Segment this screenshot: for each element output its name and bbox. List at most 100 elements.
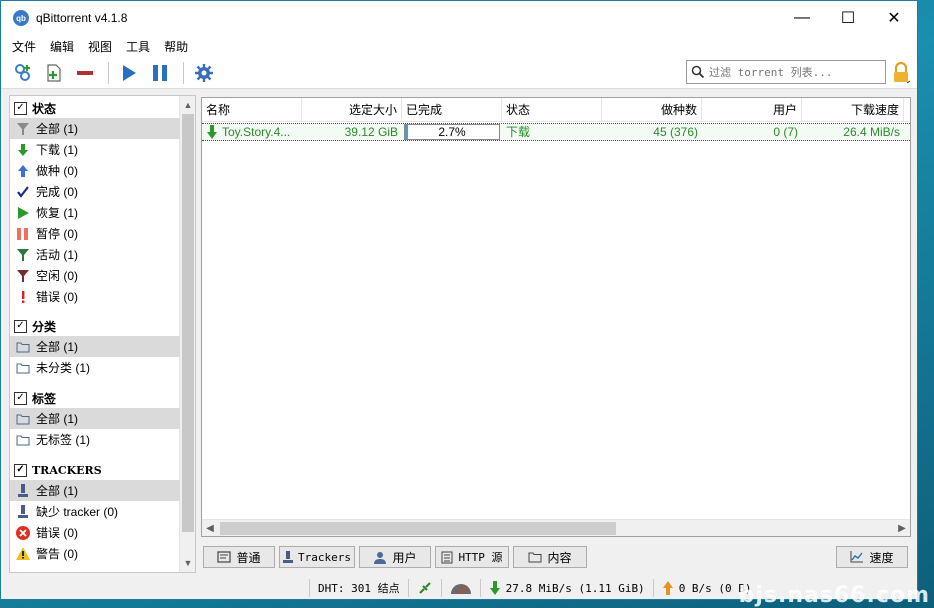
speed-limit-icon[interactable] — [450, 581, 472, 595]
filter-sidebar: ▲ ▼ ✓ 状态 全部 (1) 下载 (1) 做种 (0) 完成 (0) 恢复 … — [9, 95, 196, 573]
statusbar-separator — [407, 579, 409, 597]
add-torrent-link-button[interactable] — [9, 59, 37, 87]
maximize-button[interactable]: ☐ — [825, 1, 871, 35]
column-dl-speed[interactable]: 下载速度 — [802, 98, 904, 122]
arrow-down-icon — [207, 125, 217, 139]
tab-content[interactable]: 内容 — [513, 546, 587, 568]
sidebar-scrollbar[interactable]: ▲ ▼ — [179, 96, 195, 572]
properties-tabs: 普通 Trackers 用户 HTTP 源 内容 速度 — [201, 546, 911, 570]
category-item-all[interactable]: 全部 (1) — [10, 336, 180, 357]
pause-icon — [16, 227, 30, 241]
status-header[interactable]: ✓ 状态 — [10, 98, 180, 118]
status-item-label: 错误 (0) — [36, 290, 79, 304]
categories-section: ✓ 分类 全部 (1) 未分类 (1) — [10, 316, 180, 378]
column-size[interactable]: 选定大小 — [302, 98, 402, 122]
column-peers[interactable]: 用户 — [702, 98, 802, 122]
tags-header[interactable]: ✓ 标签 — [10, 388, 180, 408]
filter-icon — [16, 269, 30, 283]
speed-button-label: 速度 — [869, 550, 894, 565]
status-item-seeding[interactable]: 做种 (0) — [10, 160, 180, 181]
statusbar-separator — [652, 579, 654, 597]
download-speed-status[interactable]: 27.8 MiB/s (1.11 GiB) — [489, 581, 645, 595]
arrow-up-icon — [16, 164, 30, 178]
status-item-completed[interactable]: 完成 (0) — [10, 181, 180, 202]
column-progress[interactable]: 已完成 — [402, 98, 502, 122]
remove-torrent-button[interactable] — [71, 59, 99, 87]
options-button[interactable] — [190, 59, 218, 87]
pause-button[interactable] — [146, 59, 174, 87]
menu-edit[interactable]: 编辑 — [43, 38, 81, 55]
status-item-downloading[interactable]: 下载 (1) — [10, 139, 180, 160]
category-item-uncategorized[interactable]: 未分类 (1) — [10, 357, 180, 378]
filter-input[interactable] — [709, 65, 869, 79]
add-torrent-file-icon — [47, 63, 61, 82]
column-status[interactable]: 状态 — [502, 98, 602, 122]
menu-file[interactable]: 文件 — [5, 38, 43, 55]
status-item-all[interactable]: 全部 (1) — [10, 118, 180, 139]
sidebar-scroll-thumb[interactable] — [182, 114, 194, 532]
horizontal-scrollbar[interactable]: ◀ ▶ — [202, 519, 910, 536]
status-checkbox[interactable]: ✓ — [14, 101, 27, 115]
remove-icon — [77, 70, 93, 75]
dht-status: DHT: 301 结点 — [318, 580, 400, 596]
info-icon — [217, 551, 232, 563]
trackers-title: TRACKERS — [32, 463, 102, 477]
category-item-label: 未分类 (1) — [36, 361, 91, 375]
menu-view[interactable]: 视图 — [81, 38, 119, 55]
chart-icon — [850, 551, 864, 563]
menu-tools[interactable]: 工具 — [119, 38, 157, 55]
category-item-label: 全部 (1) — [36, 340, 79, 354]
tags-checkbox[interactable]: ✓ — [14, 391, 27, 405]
resume-button[interactable] — [115, 59, 143, 87]
tab-peers[interactable]: 用户 — [359, 546, 431, 568]
toolbar-separator — [108, 61, 109, 84]
add-torrent-file-button[interactable] — [40, 59, 68, 87]
torrent-list-panel: 名称 选定大小 已完成 状态 做种数 用户 下载速度 Toy.Story.4..… — [201, 97, 911, 537]
lock-icon[interactable] — [891, 62, 911, 84]
tag-item-untagged[interactable]: 无标签 (1) — [10, 429, 180, 450]
minimize-button[interactable]: — — [779, 1, 825, 35]
tracker-item-error[interactable]: 错误 (0) — [10, 522, 180, 543]
categories-checkbox[interactable]: ✓ — [14, 319, 27, 333]
column-name[interactable]: 名称 — [202, 98, 302, 122]
tracker-icon — [16, 504, 30, 519]
toolbar — [1, 57, 917, 89]
torrent-seeds: 45 (376) — [653, 125, 698, 139]
tab-general[interactable]: 普通 — [203, 546, 275, 568]
close-button[interactable]: ✕ — [871, 1, 917, 35]
status-item-inactive[interactable]: 空闲 (0) — [10, 265, 180, 286]
status-item-paused[interactable]: 暂停 (0) — [10, 223, 180, 244]
categories-title: 分类 — [32, 319, 57, 334]
speed-button[interactable]: 速度 — [836, 546, 908, 568]
column-seeds[interactable]: 做种数 — [602, 98, 702, 122]
play-icon — [16, 206, 30, 220]
folder-icon — [16, 361, 30, 375]
folder-icon — [16, 340, 30, 354]
arrow-up-icon — [662, 581, 673, 595]
scroll-up-icon[interactable]: ▲ — [182, 98, 194, 112]
status-item-resumed[interactable]: 恢复 (1) — [10, 202, 180, 223]
filter-search-box[interactable] — [686, 60, 886, 84]
horizontal-scroll-thumb[interactable] — [220, 522, 616, 535]
trackers-checkbox[interactable]: ✓ — [14, 463, 27, 477]
status-item-label: 全部 (1) — [36, 122, 79, 136]
scroll-left-icon[interactable]: ◀ — [202, 520, 218, 537]
tracker-item-all[interactable]: 全部 (1) — [10, 480, 180, 501]
tab-label: 内容 — [547, 550, 572, 565]
menu-help[interactable]: 帮助 — [157, 38, 195, 55]
tracker-item-trackerless[interactable]: 缺少 tracker (0) — [10, 501, 180, 522]
tab-trackers[interactable]: Trackers — [279, 546, 355, 568]
status-item-active[interactable]: 活动 (1) — [10, 244, 180, 265]
scroll-right-icon[interactable]: ▶ — [894, 520, 910, 537]
scroll-down-icon[interactable]: ▼ — [182, 556, 194, 570]
trackers-header[interactable]: ✓ TRACKERS — [10, 460, 180, 480]
categories-header[interactable]: ✓ 分类 — [10, 316, 180, 336]
connection-icon[interactable] — [417, 580, 433, 596]
exclamation-icon — [16, 290, 30, 304]
tab-http-sources[interactable]: HTTP 源 — [435, 546, 509, 568]
table-row[interactable]: Toy.Story.4... 39.12 GiB 2.7% 下载 45 (376… — [202, 123, 910, 141]
tracker-icon — [283, 550, 293, 563]
status-item-errored[interactable]: 错误 (0) — [10, 286, 180, 307]
tag-item-all[interactable]: 全部 (1) — [10, 408, 180, 429]
tracker-item-warning[interactable]: 警告 (0) — [10, 543, 180, 564]
